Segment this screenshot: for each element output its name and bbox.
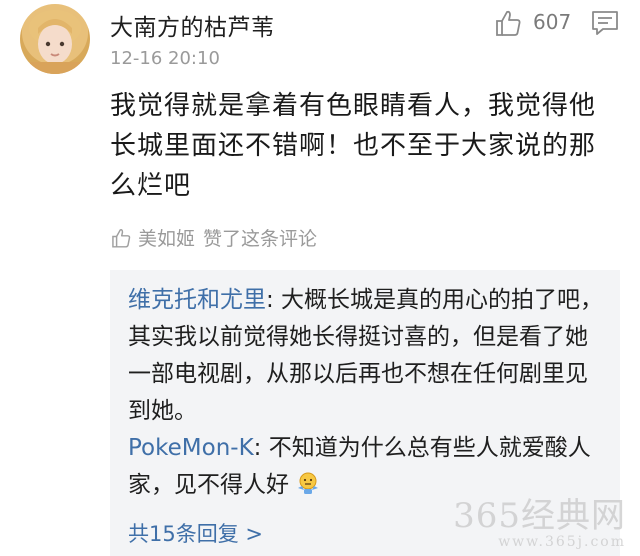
thumbs-up-icon	[112, 228, 131, 248]
comment-timestamp: 12-16 20:10	[110, 48, 220, 69]
avatar[interactable]	[20, 4, 90, 74]
reply-author[interactable]: 维克托和尤里	[128, 287, 266, 313]
reply-item[interactable]: PokeMon-K: 不知道为什么总有些人就爱酸人家，见不得人好	[128, 430, 608, 504]
liked-action: 赞了这条评论	[203, 228, 318, 250]
comment-author[interactable]: 大南方的枯芦苇	[110, 8, 275, 42]
more-replies-link[interactable]: 共15条回复 >	[128, 518, 263, 548]
watermark-sub: www.365j.com	[498, 534, 626, 550]
reply-author[interactable]: PokeMon-K	[128, 435, 254, 461]
liked-by-row: 美如姬 赞了这条评论	[110, 224, 317, 251]
watermark: 365经典网 www.365j.com	[453, 498, 626, 550]
shrug-emoji-icon	[298, 472, 319, 494]
comment-text: 我觉得就是拿着有色眼睛看人，我觉得他长城里面还不错啊！也不至于大家说的那么烂吧	[110, 91, 597, 201]
like-count: 607	[533, 10, 572, 34]
thumbs-up-icon[interactable]	[493, 8, 523, 38]
watermark-main: 365经典网	[453, 496, 626, 536]
reply-item[interactable]: 维克托和尤里: 大概长城是真的用心的拍了吧，其实我以前觉得她长得挺讨喜的，但是看…	[128, 282, 608, 430]
comment-bubble-icon[interactable]	[590, 8, 620, 38]
liker-name[interactable]: 美如姬	[138, 224, 195, 251]
